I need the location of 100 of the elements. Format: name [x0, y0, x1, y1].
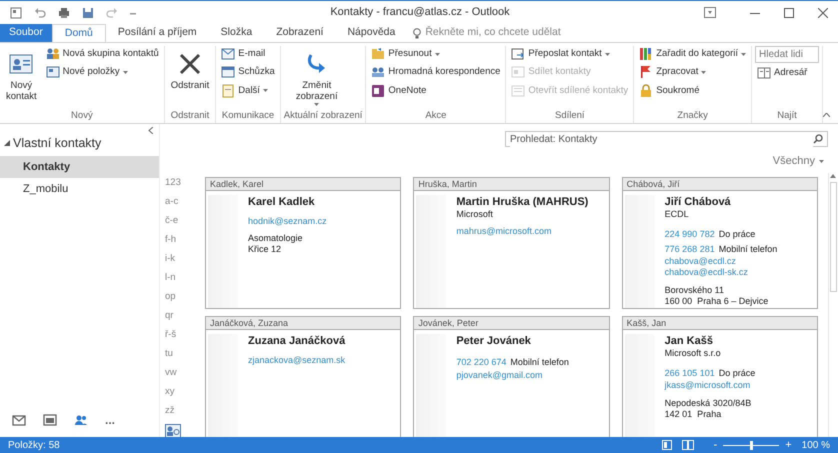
- reading-view-icon[interactable]: [682, 440, 694, 450]
- people-icon[interactable]: [74, 413, 88, 427]
- group-label: Najít: [776, 109, 798, 123]
- group-label: Nový: [70, 109, 94, 123]
- index-letter[interactable]: xy: [165, 382, 174, 400]
- search-people-field[interactable]: Hledat lidi: [755, 46, 820, 63]
- index-letter[interactable]: ř-š: [165, 324, 176, 344]
- ribbon-button[interactable]: Nový kontakt: [3, 50, 40, 109]
- zoom-thumb[interactable]: [750, 440, 754, 450]
- tell-me-field[interactable]: Řekněte mi, co chcete udělat: [425, 25, 616, 41]
- ribbon-button[interactable]: Hromadná korespondence: [369, 64, 502, 80]
- calendar-icon[interactable]: [43, 413, 57, 427]
- caret-icon: [122, 70, 128, 74]
- index-letter[interactable]: op: [165, 286, 176, 306]
- email-link[interactable]: chabova@ecdl-sk.cz: [664, 267, 778, 278]
- ribbon-button[interactable]: Přeposlat kontakt: [509, 46, 630, 62]
- ribbon-tab[interactable]: Nápověda: [335, 24, 408, 42]
- zoom-level[interactable]: 100 %: [802, 438, 830, 452]
- ribbon-tab[interactable]: Soubor: [0, 24, 52, 42]
- ribbon-button[interactable]: Zařadit do kategorií: [637, 46, 748, 62]
- contact-card[interactable]: Chábová, Jiří Jiří Chábová ECDL 224 990 782 Do práce 776 268 281 Mobilní telefon chabova@ecdl.cz chabova@ecdl-sk.cz Borovského 11 160 00 Praha 6 – Dejvice: [622, 176, 818, 308]
- ribbon-button[interactable]: Další: [219, 82, 277, 99]
- index-letter[interactable]: tu: [165, 344, 173, 362]
- email-link[interactable]: hodnik@seznam.cz: [248, 216, 327, 226]
- collapse-ribbon-icon[interactable]: [823, 113, 830, 117]
- index-letter[interactable]: a-c: [165, 192, 178, 210]
- ribbon-button[interactable]: Zpracovat: [637, 64, 748, 80]
- scroll-up-icon[interactable]: [829, 172, 837, 178]
- phone-number[interactable]: 776 268 281: [664, 244, 715, 254]
- address-book-icon: [757, 66, 772, 80]
- ribbon-button[interactable]: Nové položky: [44, 64, 161, 80]
- filter-dropdown[interactable]: Všechny: [772, 153, 824, 170]
- ribbon-button[interactable]: Soukromé: [637, 82, 748, 99]
- maximize-icon[interactable]: [784, 8, 794, 18]
- folder-group-label[interactable]: Vlastní kontakty: [13, 134, 102, 153]
- index-letter[interactable]: zž: [165, 400, 174, 420]
- email-link[interactable]: chabova@ecdl.cz: [664, 256, 778, 268]
- address-line: 160 00 Praha 6 – Dejvice: [664, 296, 770, 307]
- print-icon[interactable]: [58, 6, 70, 18]
- index-letter[interactable]: f-h: [165, 230, 176, 248]
- phone-number[interactable]: 266 105 101: [664, 368, 715, 378]
- contact-card-icon[interactable]: [165, 424, 181, 437]
- index-letter[interactable]: l-n: [165, 268, 176, 286]
- ribbon-button[interactable]: Přesunout: [369, 46, 502, 62]
- window-title: Kontakty - francu@atlas.cz - Outlook: [329, 5, 511, 20]
- caret-icon: [819, 160, 824, 163]
- undo-icon[interactable]: [34, 6, 46, 18]
- ribbon-button[interactable]: Schůzka: [219, 64, 277, 80]
- folder-item[interactable]: Kontakty: [0, 156, 159, 178]
- contact-card[interactable]: Jovánek, Peter Peter Jovánek 702 220 674 Mobilní telefon pjovanek@gmail.com: [413, 316, 610, 437]
- ribbon-button[interactable]: Adresář: [755, 65, 820, 82]
- caret-icon: [604, 52, 610, 56]
- index-letter[interactable]: č-e: [165, 210, 178, 230]
- contact-card[interactable]: Kašš, Jan Jan Kašš Microsoft s.r.o 266 105 101 Do práce jkass@microsoft.com Nepodeská 3020/84B 142 01 Praha: [622, 316, 818, 437]
- more-button[interactable]: ...: [105, 411, 116, 429]
- scrollbar[interactable]: [828, 172, 838, 437]
- email-link[interactable]: zjanackova@seznam.sk: [248, 354, 346, 366]
- lock-icon: [639, 84, 654, 98]
- group-label: Aktuální zobrazení: [284, 109, 362, 123]
- index-letter[interactable]: i-k: [165, 248, 176, 268]
- zoom-out-button[interactable]: -: [714, 440, 718, 450]
- collapse-pane-icon[interactable]: [148, 127, 153, 134]
- ribbon-button[interactable]: OneNote: [369, 82, 502, 99]
- contact-card[interactable]: Hruška, Martin Martin Hruška (MAHRUS) Microsoft mahrus@microsoft.com: [413, 176, 610, 308]
- items-icon: [46, 65, 60, 80]
- normal-view-icon[interactable]: [662, 440, 672, 450]
- index-letter[interactable]: vw: [165, 362, 177, 382]
- phone-number[interactable]: 702 220 674: [456, 356, 506, 368]
- search-field[interactable]: Prohledat: Kontakty: [505, 131, 828, 147]
- item-count: Položky: 58: [8, 438, 60, 452]
- close-icon[interactable]: [818, 8, 828, 18]
- shared-card-icon: [511, 84, 526, 98]
- ribbon-tab[interactable]: Zobrazení: [264, 24, 336, 42]
- ribbon-tab[interactable]: Posílání a příjem: [106, 24, 209, 42]
- email-link[interactable]: pjovanek@gmail.com: [456, 370, 569, 380]
- expanded-triangle-icon[interactable]: [4, 140, 10, 146]
- save-icon[interactable]: [82, 6, 94, 18]
- ribbon-button[interactable]: Nová skupina kontaktů: [44, 46, 161, 62]
- contact-card[interactable]: Kadlek, Karel Karel Kadlek hodnik@seznam.cz Asomatologie Křice 12: [205, 176, 402, 308]
- scroll-thumb[interactable]: [830, 182, 837, 292]
- ribbon-tab[interactable]: Složka: [208, 24, 264, 42]
- ribbon-button[interactable]: E-mail: [219, 46, 277, 62]
- ribbon-display-icon[interactable]: [704, 7, 716, 18]
- email-link[interactable]: mahrus@microsoft.com: [456, 226, 588, 238]
- ribbon-button[interactable]: Odstranit: [168, 50, 212, 109]
- email-link[interactable]: jkass@microsoft.com: [664, 380, 756, 392]
- zoom-in-button[interactable]: +: [785, 440, 792, 450]
- phone-type: Do práce: [718, 368, 756, 378]
- index-letter[interactable]: 123: [165, 172, 181, 192]
- company-name: ECDL: [664, 208, 690, 220]
- index-letter[interactable]: qr: [165, 306, 174, 324]
- ribbon-tab[interactable]: Domů: [52, 24, 106, 42]
- contact-card[interactable]: Janáčková, Zuzana Zuzana Janáčková zjanackova@seznam.sk: [205, 316, 402, 437]
- mail-icon[interactable]: [12, 413, 26, 427]
- phone-number[interactable]: 224 990 782: [664, 228, 715, 240]
- folder-item[interactable]: Z_mobilu: [0, 178, 159, 201]
- lightbulb-icon[interactable]: [413, 28, 422, 38]
- ribbon-button[interactable]: Změnit zobrazení: [284, 50, 350, 109]
- company-name: Microsoft s.r.o: [664, 348, 722, 358]
- contact-name: Peter Jovánek: [456, 334, 532, 348]
